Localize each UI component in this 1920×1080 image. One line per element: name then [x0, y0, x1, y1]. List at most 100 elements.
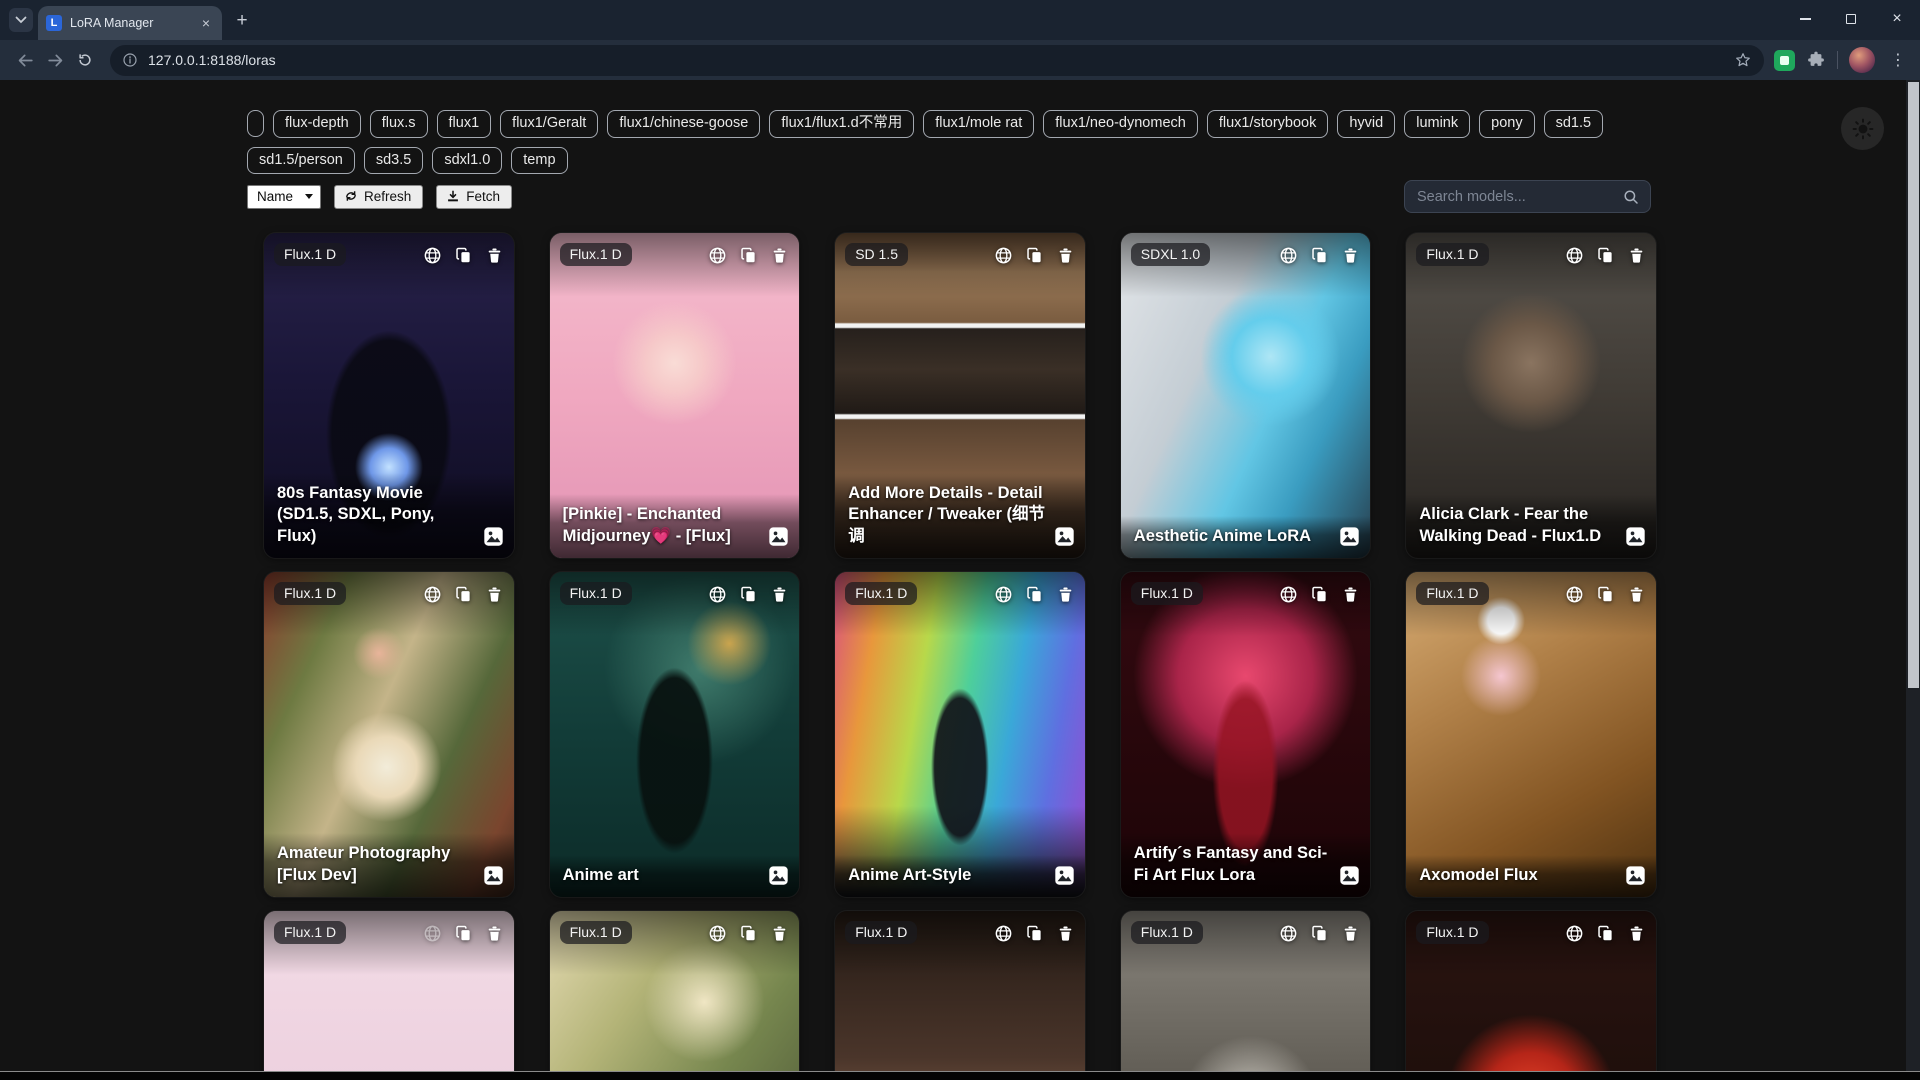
- globe-icon[interactable]: [994, 924, 1013, 943]
- browser-tab-active[interactable]: L LoRA Manager ×: [38, 6, 222, 40]
- trash-icon[interactable]: [771, 246, 788, 265]
- globe-icon[interactable]: [423, 585, 442, 604]
- tag-chip[interactable]: flux.s: [370, 110, 428, 138]
- tag-chip[interactable]: sd1.5/person: [247, 147, 355, 175]
- tag-chip[interactable]: lumink: [1404, 110, 1470, 138]
- trash-icon[interactable]: [1057, 924, 1074, 943]
- globe-icon[interactable]: [1279, 246, 1298, 265]
- trash-icon[interactable]: [1628, 246, 1645, 265]
- photo-icon[interactable]: [1339, 526, 1360, 547]
- lora-card[interactable]: Flux.1 D Amateur Photography: [264, 572, 514, 897]
- lora-card[interactable]: Flux.1 D: [1406, 911, 1656, 1080]
- close-window-button[interactable]: ×: [1874, 0, 1920, 38]
- lora-card[interactable]: Flux.1 D Artify´s Fantasy an: [1121, 572, 1371, 897]
- tag-chip[interactable]: flux1: [437, 110, 492, 138]
- lora-card[interactable]: Flux.1 D Axomodel Flux: [1406, 572, 1656, 897]
- copy-icon[interactable]: [1597, 924, 1615, 943]
- photo-icon[interactable]: [1625, 865, 1646, 886]
- tag-chip[interactable]: sdxl1.0: [432, 147, 502, 175]
- tag-empty-chip[interactable]: [247, 110, 264, 137]
- url-bar[interactable]: 127.0.0.1:8188/loras: [110, 45, 1764, 76]
- tag-chip[interactable]: flux1/mole rat: [923, 110, 1034, 138]
- globe-icon[interactable]: [708, 585, 727, 604]
- tag-chip[interactable]: temp: [511, 147, 567, 175]
- extensions-puzzle-icon[interactable]: [1806, 50, 1826, 70]
- globe-icon[interactable]: [994, 585, 1013, 604]
- reload-button[interactable]: [70, 45, 100, 75]
- profile-avatar[interactable]: [1849, 47, 1875, 73]
- photo-icon[interactable]: [1054, 865, 1075, 886]
- tag-chip[interactable]: flux1/neo-dynomech: [1043, 110, 1198, 138]
- theme-toggle-button[interactable]: [1841, 107, 1884, 150]
- tab-search-button[interactable]: [9, 8, 33, 32]
- lora-card[interactable]: SD 1.5 Add More Details - De: [835, 233, 1085, 558]
- trash-icon[interactable]: [1342, 585, 1359, 604]
- search-icon[interactable]: [1622, 188, 1640, 206]
- copy-icon[interactable]: [1026, 246, 1044, 265]
- fetch-button[interactable]: Fetch: [436, 185, 512, 209]
- tag-chip[interactable]: flux1/Geralt: [500, 110, 598, 138]
- back-button[interactable]: [10, 45, 40, 75]
- sort-select[interactable]: Name: [247, 185, 321, 209]
- tab-close-icon[interactable]: ×: [198, 14, 214, 32]
- globe-icon[interactable]: [423, 924, 442, 943]
- trash-icon[interactable]: [771, 924, 788, 943]
- trash-icon[interactable]: [1057, 246, 1074, 265]
- tag-chip[interactable]: pony: [1479, 110, 1534, 138]
- copy-icon[interactable]: [1026, 585, 1044, 604]
- lora-card[interactable]: SDXL 1.0 Aesthetic Anime LoR: [1121, 233, 1371, 558]
- lora-card[interactable]: Flux.1 D Anime art: [550, 572, 800, 897]
- trash-icon[interactable]: [771, 585, 788, 604]
- new-tab-button[interactable]: +: [228, 7, 256, 35]
- globe-icon[interactable]: [708, 246, 727, 265]
- copy-icon[interactable]: [455, 924, 473, 943]
- minimize-button[interactable]: [1782, 0, 1828, 38]
- trash-icon[interactable]: [1342, 924, 1359, 943]
- globe-icon[interactable]: [1565, 924, 1584, 943]
- tag-chip[interactable]: flux1/storybook: [1207, 110, 1329, 138]
- lora-card[interactable]: Flux.1 D 80s Fantasy Movie (: [264, 233, 514, 558]
- photo-icon[interactable]: [483, 865, 504, 886]
- globe-icon[interactable]: [1565, 585, 1584, 604]
- extension-icon[interactable]: [1774, 50, 1795, 71]
- maximize-button[interactable]: [1828, 0, 1874, 38]
- trash-icon[interactable]: [486, 924, 503, 943]
- lora-card[interactable]: Flux.1 D Alicia Clark - Fear: [1406, 233, 1656, 558]
- tag-chip[interactable]: sd3.5: [364, 147, 423, 175]
- copy-icon[interactable]: [1311, 924, 1329, 943]
- globe-icon[interactable]: [708, 924, 727, 943]
- tag-chip[interactable]: flux-depth: [273, 110, 361, 138]
- lora-card[interactable]: Flux.1 D: [1121, 911, 1371, 1080]
- tag-chip[interactable]: flux1/flux1.d不常用: [769, 110, 914, 138]
- lora-card[interactable]: Flux.1 D: [550, 911, 800, 1080]
- refresh-button[interactable]: Refresh: [334, 185, 423, 209]
- photo-icon[interactable]: [768, 526, 789, 547]
- tag-chip[interactable]: sd1.5: [1544, 110, 1603, 138]
- forward-button[interactable]: [40, 45, 70, 75]
- copy-icon[interactable]: [1311, 585, 1329, 604]
- copy-icon[interactable]: [740, 585, 758, 604]
- lora-card[interactable]: Flux.1 D Anime Art-Style: [835, 572, 1085, 897]
- bookmark-star-icon[interactable]: [1734, 51, 1752, 69]
- copy-icon[interactable]: [740, 246, 758, 265]
- trash-icon[interactable]: [1628, 585, 1645, 604]
- photo-icon[interactable]: [483, 526, 504, 547]
- copy-icon[interactable]: [455, 585, 473, 604]
- copy-icon[interactable]: [455, 246, 473, 265]
- trash-icon[interactable]: [1628, 924, 1645, 943]
- copy-icon[interactable]: [1597, 585, 1615, 604]
- globe-icon[interactable]: [1279, 924, 1298, 943]
- tag-chip[interactable]: flux1/chinese-goose: [607, 110, 760, 138]
- trash-icon[interactable]: [1057, 585, 1074, 604]
- trash-icon[interactable]: [486, 585, 503, 604]
- lora-card[interactable]: Flux.1 D: [835, 911, 1085, 1080]
- globe-icon[interactable]: [1279, 585, 1298, 604]
- tag-chip[interactable]: hyvid: [1337, 110, 1395, 138]
- photo-icon[interactable]: [768, 865, 789, 886]
- site-info-icon[interactable]: [122, 52, 138, 68]
- photo-icon[interactable]: [1054, 526, 1075, 547]
- photo-icon[interactable]: [1625, 526, 1646, 547]
- globe-icon[interactable]: [1565, 246, 1584, 265]
- lora-card[interactable]: Flux.1 D: [264, 911, 514, 1080]
- copy-icon[interactable]: [1597, 246, 1615, 265]
